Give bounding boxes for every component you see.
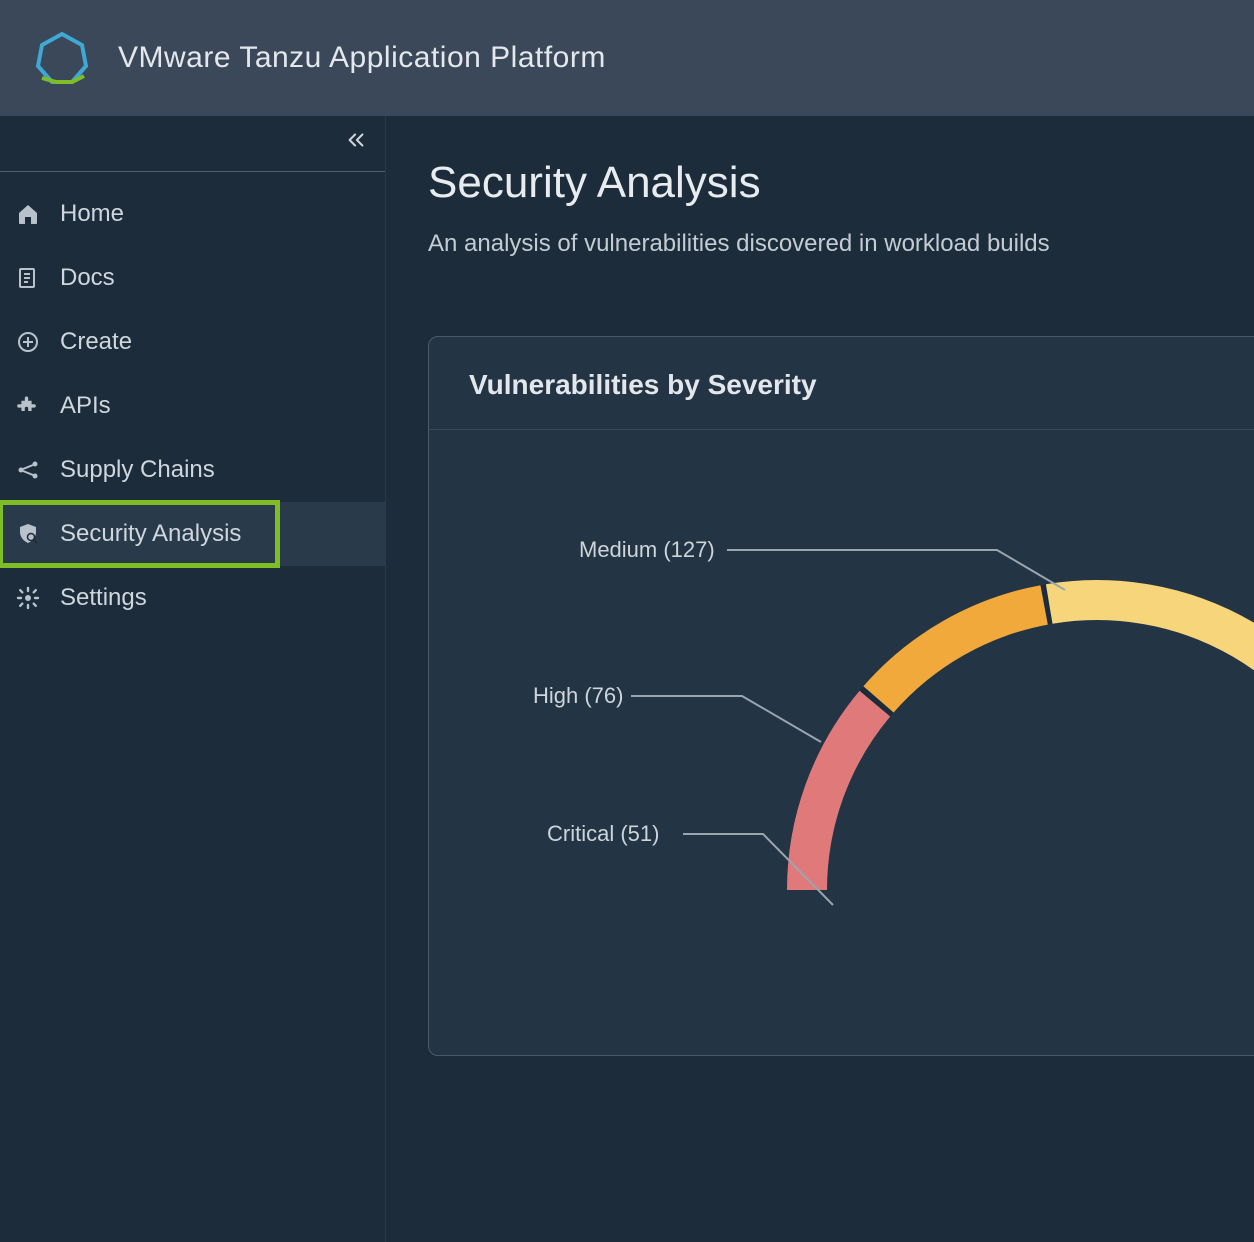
sidebar-item-label: Settings	[60, 584, 147, 612]
collapse-sidebar-button[interactable]	[345, 129, 367, 158]
sidebar: Home Docs Create APIs	[0, 116, 386, 1242]
puzzle-icon	[14, 392, 42, 420]
card-title: Vulnerabilities by Severity	[429, 337, 1254, 430]
shield-search-icon	[14, 520, 42, 548]
tanzu-logo	[34, 30, 90, 86]
app-title: VMware Tanzu Application Platform	[118, 41, 606, 75]
sidebar-item-create[interactable]: Create	[0, 310, 385, 374]
vulnerabilities-card: Vulnerabilities by Severity	[428, 336, 1254, 1056]
callout-high: High (76)	[533, 683, 623, 709]
plus-circle-icon	[14, 328, 42, 356]
docs-icon	[14, 264, 42, 292]
sidebar-item-label: Home	[60, 200, 124, 228]
sidebar-item-label: Docs	[60, 264, 115, 292]
callout-critical: Critical (51)	[547, 821, 659, 847]
sidebar-item-supply-chains[interactable]: Supply Chains	[0, 438, 385, 502]
sidebar-item-label: Security Analysis	[60, 520, 241, 548]
sidebar-item-settings[interactable]: Settings	[0, 566, 385, 630]
chevron-double-left-icon	[345, 129, 367, 151]
sidebar-collapse-row	[0, 116, 385, 172]
callout-medium: Medium (127)	[579, 537, 715, 563]
sidebar-nav: Home Docs Create APIs	[0, 172, 385, 630]
sidebar-item-apis[interactable]: APIs	[0, 374, 385, 438]
severity-donut-chart: Critical (51) High (76) Medium (127) 46 …	[429, 430, 1254, 1056]
app-header: VMware Tanzu Application Platform	[0, 0, 1254, 116]
callout-lines	[429, 430, 1254, 1056]
main-content: Security Analysis An analysis of vulnera…	[386, 116, 1254, 1242]
page-subtitle: An analysis of vulnerabilities discovere…	[428, 230, 1254, 258]
sidebar-item-label: Create	[60, 328, 132, 356]
sidebar-item-home[interactable]: Home	[0, 182, 385, 246]
sidebar-item-label: APIs	[60, 392, 111, 420]
page-title: Security Analysis	[428, 158, 1254, 208]
gear-icon	[14, 584, 42, 612]
sidebar-item-docs[interactable]: Docs	[0, 246, 385, 310]
sidebar-item-label: Supply Chains	[60, 456, 215, 484]
nodes-icon	[14, 456, 42, 484]
home-icon	[14, 200, 42, 228]
sidebar-item-security-analysis[interactable]: Security Analysis	[0, 502, 278, 566]
